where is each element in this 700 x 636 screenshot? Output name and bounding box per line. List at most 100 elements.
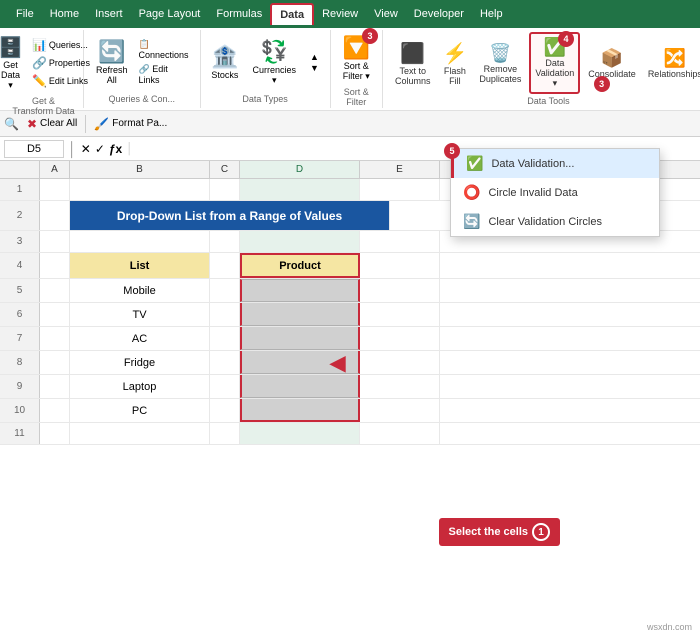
flash-fill-button[interactable]: ⚡ FlashFill — [438, 38, 471, 89]
relationships-button[interactable]: 🔀 Relationships — [644, 45, 700, 82]
cell-e5[interactable] — [360, 279, 440, 302]
cell-a1[interactable] — [40, 179, 70, 200]
cell-a8[interactable] — [40, 351, 70, 374]
cell-c6[interactable] — [210, 303, 240, 326]
cell-b10[interactable]: PC — [70, 399, 210, 422]
cell-b6[interactable]: TV — [70, 303, 210, 326]
tab-data[interactable]: Data — [270, 3, 314, 25]
cell-a6[interactable] — [40, 303, 70, 326]
tab-review[interactable]: Review — [314, 4, 366, 24]
cell-e11[interactable] — [360, 423, 440, 444]
col-header-d[interactable]: D — [240, 161, 360, 178]
cell-c5[interactable] — [210, 279, 240, 302]
consolidate-button[interactable]: 📦 Consolidate — [584, 45, 640, 82]
cell-b1[interactable] — [70, 179, 210, 200]
sort-filter-button[interactable]: 🔽 Sort &Filter ▾ 3 — [339, 32, 374, 85]
data-validation-button[interactable]: ✅ 4 DataValidation ▾ — [529, 32, 580, 94]
select-cells-text: Select the cells — [449, 526, 529, 538]
stocks-button[interactable]: 🏦 Stocks — [207, 41, 242, 83]
cell-a7[interactable] — [40, 327, 70, 350]
clear-all-button[interactable]: ✖ Clear All — [21, 115, 83, 133]
cell-b4-list-header[interactable]: List — [70, 253, 210, 278]
cell-c7[interactable] — [210, 327, 240, 350]
currencies-button[interactable]: 💱 Currencies ▾ — [249, 36, 301, 89]
queries-button[interactable]: 📊 Queries... — [29, 37, 91, 53]
cell-c3[interactable] — [210, 231, 240, 252]
text-to-columns-button[interactable]: ⬛ Text toColumns — [391, 38, 435, 89]
cell-a11[interactable] — [40, 423, 70, 444]
cell-e8[interactable]: ◀ — [360, 351, 440, 374]
cell-b9[interactable]: Laptop — [70, 375, 210, 398]
tab-pagelayout[interactable]: Page Layout — [131, 4, 209, 24]
corner-cell — [0, 161, 40, 178]
cell-e3[interactable] — [360, 231, 440, 252]
edit-links-button[interactable]: ✏️ Edit Links — [29, 73, 91, 89]
cell-d6-product[interactable] — [240, 303, 360, 326]
cell-c9[interactable] — [210, 375, 240, 398]
cancel-formula-button[interactable]: ✕ — [81, 142, 91, 156]
tab-home[interactable]: Home — [42, 4, 87, 24]
group-label-datatools: Data Tools 3 — [527, 94, 569, 108]
cell-e1[interactable] — [360, 179, 440, 200]
cell-e4[interactable] — [360, 253, 440, 278]
conn-properties[interactable]: 📋 Connections — [136, 38, 192, 61]
relationships-icon: 🔀 — [664, 48, 686, 69]
cell-d3[interactable] — [240, 231, 360, 252]
cell-d5-product[interactable] — [240, 279, 360, 302]
cell-e7[interactable] — [360, 327, 440, 350]
tab-formulas[interactable]: Formulas — [208, 4, 270, 24]
cell-d9-product[interactable] — [240, 375, 360, 398]
cell-b7[interactable]: AC — [70, 327, 210, 350]
col-header-b[interactable]: B — [70, 161, 210, 178]
cell-e9[interactable] — [360, 375, 440, 398]
confirm-formula-button[interactable]: ✓ — [95, 142, 105, 156]
arrow-icon: ◀ — [330, 350, 345, 375]
tab-insert[interactable]: Insert — [87, 4, 131, 24]
cell-d7-product[interactable] — [240, 327, 360, 350]
cell-b2-merged[interactable]: Drop-Down List from a Range of Values — [70, 201, 390, 230]
cell-e10[interactable] — [360, 399, 440, 422]
cell-a10[interactable] — [40, 399, 70, 422]
cell-b3[interactable] — [70, 231, 210, 252]
cell-a2[interactable] — [40, 201, 70, 230]
cell-c11[interactable] — [210, 423, 240, 444]
cell-b5[interactable]: Mobile — [70, 279, 210, 302]
cell-b8[interactable]: Fridge — [70, 351, 210, 374]
tab-file[interactable]: File — [8, 4, 42, 24]
cell-d4-product-header[interactable]: Product — [240, 253, 360, 278]
tab-view[interactable]: View — [366, 4, 406, 24]
cell-a3[interactable] — [40, 231, 70, 252]
row-num-7: 7 — [0, 327, 40, 350]
get-data-button[interactable]: 🗄️ GetData ▾ — [0, 32, 27, 94]
insert-function-button[interactable]: ƒx — [109, 142, 122, 156]
cell-d11[interactable] — [240, 423, 360, 444]
badge-3: 3 — [362, 28, 378, 44]
tab-help[interactable]: Help — [472, 4, 511, 24]
cell-e6[interactable] — [360, 303, 440, 326]
cell-a5[interactable] — [40, 279, 70, 302]
cell-a9[interactable] — [40, 375, 70, 398]
cell-c4[interactable] — [210, 253, 240, 278]
tab-developer[interactable]: Developer — [406, 4, 472, 24]
edit-links2[interactable]: 🔗 Edit Links — [136, 63, 192, 86]
col-header-c[interactable]: C — [210, 161, 240, 178]
dropdown-item-data-validation[interactable]: ✅ Data Validation... 5 — [451, 149, 659, 178]
cell-reference[interactable]: D5 — [4, 140, 64, 158]
refresh-all-button[interactable]: 🔄 Refresh All — [92, 36, 132, 88]
format-pa-button[interactable]: 🖌️ Format Pa... — [88, 115, 173, 133]
cell-d10-product[interactable] — [240, 399, 360, 422]
cell-b11[interactable] — [70, 423, 210, 444]
dropdown-item-clear[interactable]: 🔄 Clear Validation Circles — [451, 207, 659, 236]
dropdown-item-circle[interactable]: ⭕ Circle Invalid Data — [451, 178, 659, 207]
badge-1: 1 — [532, 523, 550, 541]
cell-c8[interactable] — [210, 351, 240, 374]
data-validation-dropdown[interactable]: ✅ Data Validation... 5 ⭕ Circle Invalid … — [450, 148, 660, 237]
cell-c10[interactable] — [210, 399, 240, 422]
col-header-e[interactable]: E — [360, 161, 440, 178]
cell-c1[interactable] — [210, 179, 240, 200]
col-header-a[interactable]: A — [40, 161, 70, 178]
remove-duplicates-button[interactable]: 🗑️ RemoveDuplicates — [475, 40, 525, 87]
cell-d1[interactable] — [240, 179, 360, 200]
datatypes-expand[interactable]: ▲ ▼ — [306, 49, 323, 76]
cell-a4[interactable] — [40, 253, 70, 278]
